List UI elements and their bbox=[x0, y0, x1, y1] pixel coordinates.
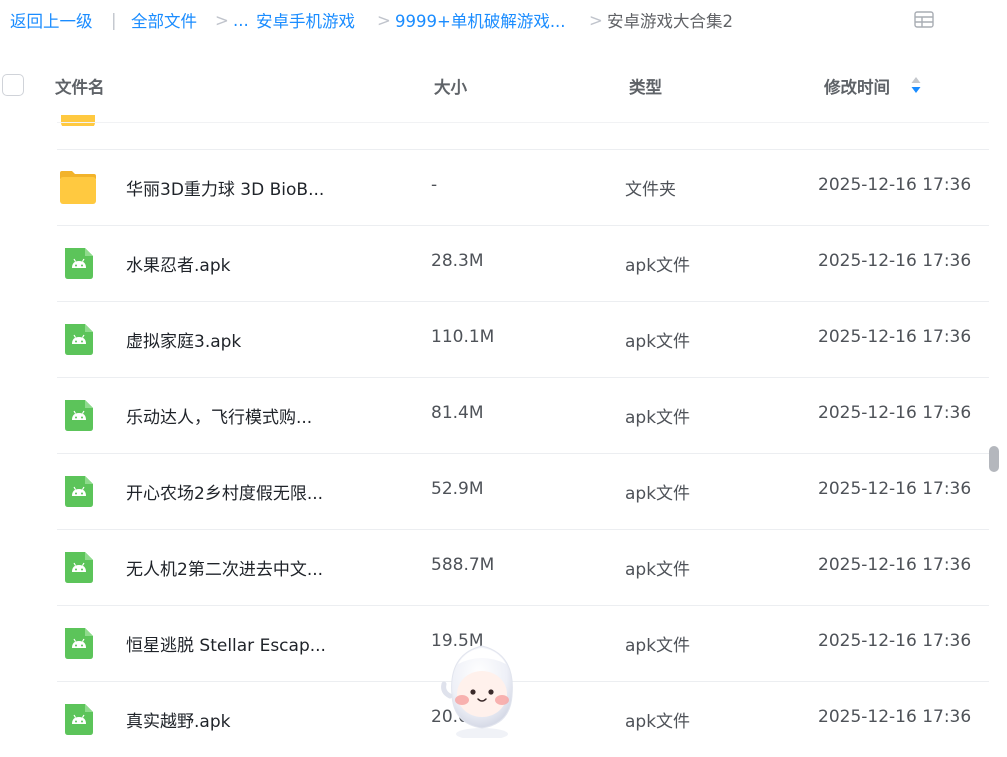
file-type: apk文件 bbox=[625, 408, 691, 428]
apk-icon bbox=[65, 324, 93, 355]
file-modified-time: 2025-12-16 17:36 bbox=[818, 403, 972, 423]
file-type: apk文件 bbox=[625, 484, 691, 504]
file-row[interactable]: 开心农场2乡村度假无限... 52.9M apk文件 2025-12-16 17… bbox=[57, 453, 989, 529]
file-type: apk文件 bbox=[625, 256, 691, 276]
folder-icon bbox=[60, 171, 96, 204]
apk-icon bbox=[65, 248, 93, 279]
file-list: 华丽3D重力球 3D BioB... - 文件夹 2025-12-16 17:3… bbox=[0, 0, 990, 738]
file-row[interactable]: 华丽3D重力球 3D BioB... - 文件夹 2025-12-16 17:3… bbox=[57, 149, 989, 225]
file-row[interactable]: 乐动达人，飞行模式购... 81.4M apk文件 2025-12-16 17:… bbox=[57, 377, 989, 453]
file-name[interactable]: 无人机2第二次进去中文... bbox=[126, 555, 323, 580]
file-name[interactable]: 开心农场2乡村度假无限... bbox=[126, 479, 323, 504]
apk-icon bbox=[65, 400, 93, 431]
file-modified-time: 2025-12-16 17:36 bbox=[818, 175, 972, 195]
apk-icon bbox=[65, 628, 93, 659]
file-size: - bbox=[431, 175, 438, 195]
file-name[interactable]: 乐动达人，飞行模式购... bbox=[126, 403, 312, 428]
file-modified-time: 2025-12-16 17:36 bbox=[818, 555, 972, 575]
file-type: 文件夹 bbox=[625, 180, 676, 200]
apk-icon bbox=[65, 476, 93, 507]
file-type: apk文件 bbox=[625, 560, 691, 580]
file-row[interactable]: 虚拟家庭3.apk 110.1M apk文件 2025-12-16 17:36 bbox=[57, 301, 989, 377]
file-size: 52.9M bbox=[431, 479, 484, 499]
file-name[interactable]: 虚拟家庭3.apk bbox=[126, 327, 241, 352]
file-name[interactable]: 水果忍者.apk bbox=[126, 251, 230, 276]
file-name[interactable]: 华丽3D重力球 3D BioB... bbox=[126, 175, 324, 200]
file-type: apk文件 bbox=[625, 332, 691, 352]
assistant-mascot-icon[interactable] bbox=[428, 636, 536, 738]
file-row[interactable]: 水果忍者.apk 28.3M apk文件 2025-12-16 17:36 bbox=[57, 225, 989, 301]
file-type: apk文件 bbox=[625, 636, 691, 656]
file-modified-time: 2025-12-16 17:36 bbox=[818, 707, 972, 727]
file-name[interactable]: 恒星逃脱 Stellar Escap... bbox=[126, 631, 326, 656]
apk-icon bbox=[65, 552, 93, 583]
file-modified-time: 2025-12-16 17:36 bbox=[818, 327, 972, 347]
file-name[interactable]: 真实越野.apk bbox=[126, 707, 230, 732]
file-size: 81.4M bbox=[431, 403, 484, 423]
file-modified-time: 2025-12-16 17:36 bbox=[818, 251, 972, 271]
apk-icon bbox=[65, 704, 93, 735]
file-size: 110.1M bbox=[431, 327, 495, 347]
scrollbar-thumb[interactable] bbox=[989, 446, 999, 472]
file-size: 588.7M bbox=[431, 555, 495, 575]
file-modified-time: 2025-12-16 17:36 bbox=[818, 479, 972, 499]
file-row[interactable]: 无人机2第二次进去中文... 588.7M apk文件 2025-12-16 1… bbox=[57, 529, 989, 605]
file-size: 28.3M bbox=[431, 251, 484, 271]
file-type: apk文件 bbox=[625, 712, 691, 732]
file-modified-time: 2025-12-16 17:36 bbox=[818, 631, 972, 651]
